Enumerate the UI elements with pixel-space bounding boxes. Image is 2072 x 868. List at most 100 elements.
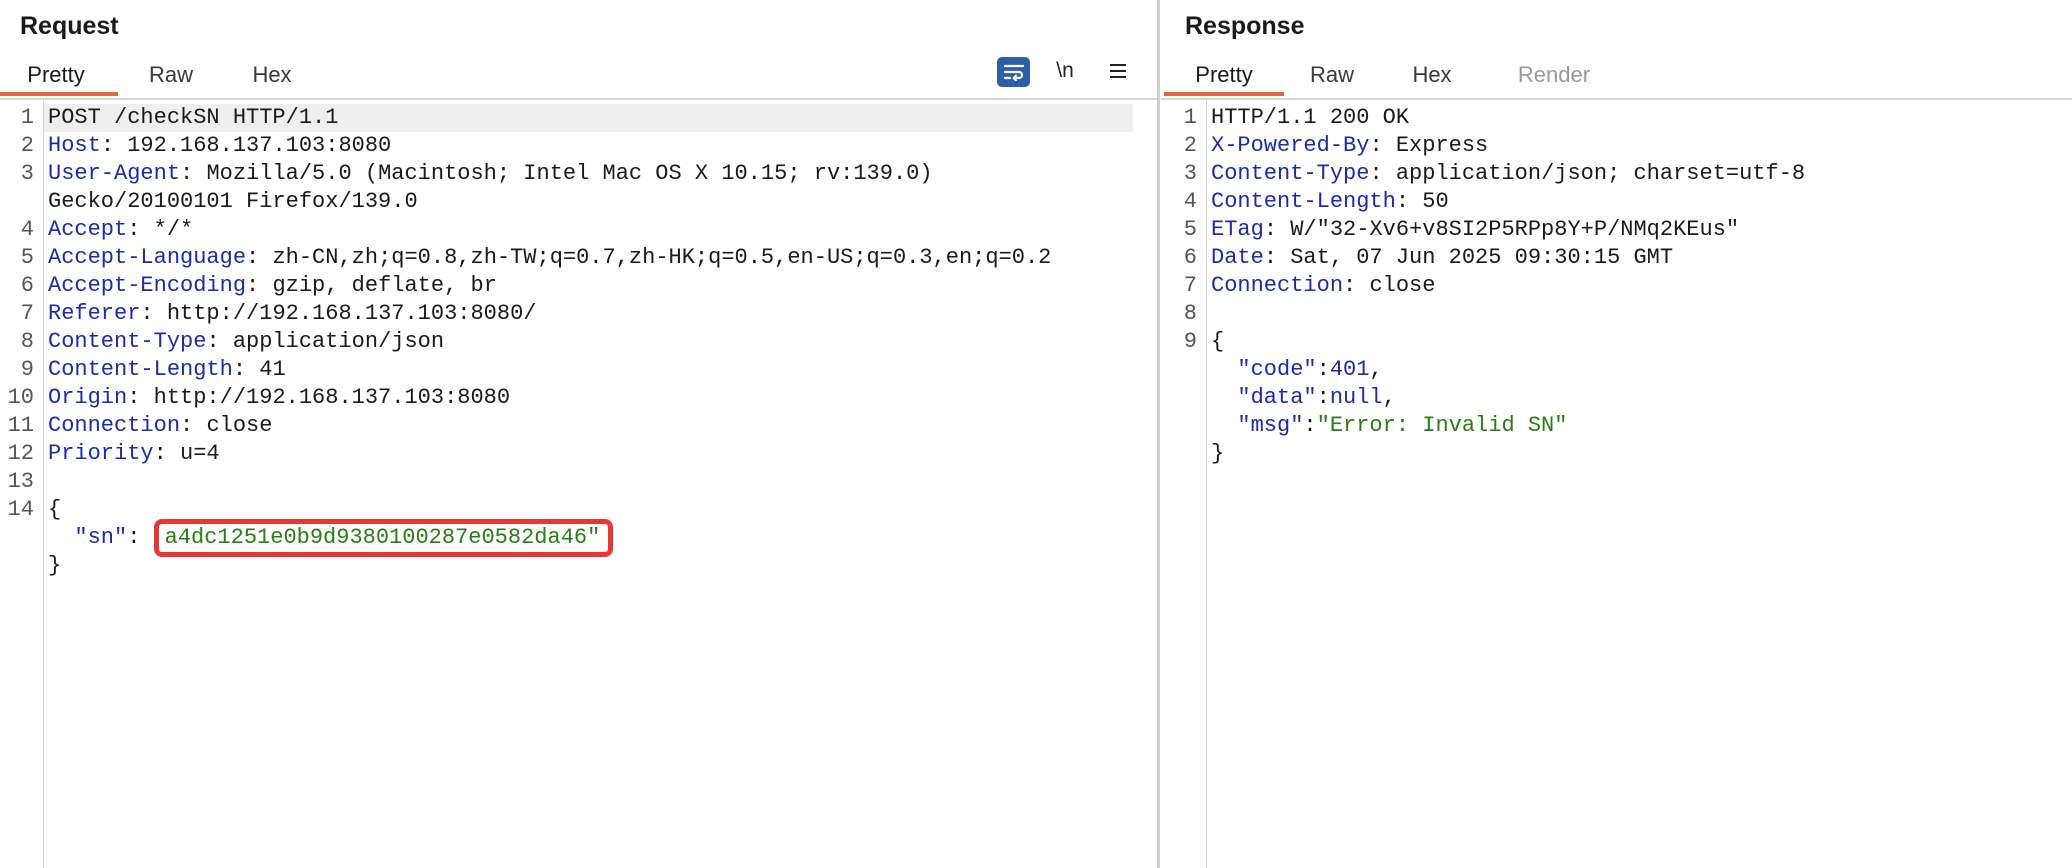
header-name: Host (48, 133, 101, 158)
response-panel: Response Pretty Raw Hex Render 1 2 3 4 5… (1161, 0, 2072, 868)
json-number-value: 401 (1329, 357, 1370, 382)
line-number: 13 (7, 469, 34, 494)
gutter-divider (43, 100, 44, 868)
line-number: 12 (7, 441, 34, 466)
line-number: 7 (20, 301, 34, 326)
hamburger-menu-icon[interactable] (1107, 56, 1129, 86)
header-value: zh-CN,zh;q=0.8,zh-TW;q=0.7,zh-HK;q=0.5,e… (272, 245, 1052, 270)
request-panel: Request Pretty Raw Hex \n 1 2 3 4 5 6 7 … (0, 0, 1157, 868)
header-line: Host: 192.168.137.103:8080 (48, 133, 392, 158)
response-editor[interactable]: 1 2 3 4 5 6 7 8 9 HTTP/1.1 200 OK X-Powe… (1161, 100, 2072, 868)
line-number: 4 (20, 217, 34, 242)
header-name: Content-Type (48, 329, 207, 354)
header-line: Accept: */* (48, 217, 194, 242)
line-number: 9 (20, 357, 34, 382)
line-number: 4 (1183, 189, 1197, 214)
header-line: Content-Length: 41 (48, 357, 286, 382)
request-editor[interactable]: 1 2 3 4 5 6 7 8 9 10 11 12 13 14 POST /c… (0, 100, 1157, 868)
line-number: 5 (1183, 217, 1197, 242)
tab-pretty[interactable]: Pretty (1192, 62, 1256, 96)
json-key: "data" (1237, 385, 1317, 410)
header-value: gzip, deflate, br (272, 273, 497, 298)
header-line: Content-Length: 50 (1211, 189, 1449, 214)
request-line: POST /checkSN HTTP/1.1 (48, 105, 339, 130)
header-line: Content-Type: application/json; charset=… (1211, 161, 1806, 186)
header-name: Referer (48, 301, 141, 326)
line-number: 2 (1183, 133, 1197, 158)
header-line: Priority: u=4 (48, 441, 220, 466)
line-number: 9 (1183, 329, 1197, 354)
header-value: u=4 (180, 441, 220, 466)
tab-hex[interactable]: Hex (1410, 62, 1454, 96)
active-tab-indicator (0, 92, 118, 96)
header-name: Content-Length (48, 357, 233, 382)
header-line: Accept-Language: zh-CN,zh;q=0.8,zh-TW;q=… (48, 245, 1052, 270)
json-open-brace: { (48, 497, 62, 522)
line-number: 1 (20, 105, 34, 130)
header-name: ETag (1211, 217, 1264, 242)
tab-pretty[interactable]: Pretty (22, 62, 90, 96)
json-close-brace: } (48, 553, 62, 578)
header-line: Origin: http://192.168.137.103:8080 (48, 385, 511, 410)
line-number: 8 (1183, 301, 1197, 326)
header-value: W/"32-Xv6+v8SI2P5RPp8Y+P/NMq2KEus" (1290, 217, 1740, 242)
header-name: User-Agent (48, 161, 181, 186)
header-value: 41 (259, 357, 286, 382)
json-open-brace: { (1211, 329, 1225, 354)
json-key: "code" (1237, 357, 1317, 382)
header-value: 50 (1422, 189, 1449, 214)
line-number: 6 (1183, 245, 1197, 270)
line-number: 11 (7, 413, 34, 438)
header-value: close (206, 413, 273, 438)
header-value: close (1369, 273, 1436, 298)
json-close-brace: } (1211, 441, 1225, 466)
response-tab-bar: Pretty Raw Hex Render (1161, 56, 2072, 100)
line-number: 8 (20, 329, 34, 354)
request-tab-bar: Pretty Raw Hex \n (0, 56, 1157, 100)
tab-raw[interactable]: Raw (146, 62, 196, 96)
header-name: Accept-Language (48, 245, 247, 270)
pane-splitter[interactable] (1157, 0, 1160, 868)
header-name: Content-Length (1211, 189, 1396, 214)
json-key: "msg" (1237, 413, 1304, 438)
json-string-value: "Error: Invalid SN" (1316, 413, 1568, 438)
header-name: X-Powered-By (1211, 133, 1370, 158)
highlighted-sn-value: a4dc1251e0b9d9380100287e0582da46" (153, 519, 614, 557)
header-value: Express (1395, 133, 1489, 158)
word-wrap-button[interactable] (997, 57, 1030, 87)
line-number: 3 (20, 161, 34, 186)
header-name: Accept-Encoding (48, 273, 247, 298)
json-sn-line: "sn": a4dc1251e0b9d9380100287e0582da46" (48, 519, 614, 557)
json-field-line: "data":null, (1237, 385, 1396, 410)
word-wrap-icon (1003, 64, 1024, 81)
header-name: Origin (48, 385, 128, 410)
header-name: Date (1211, 245, 1264, 270)
line-number: 7 (1183, 273, 1197, 298)
response-title: Response (1185, 12, 1305, 40)
header-value: http://192.168.137.103:8080/ (166, 301, 537, 326)
header-name: Accept (48, 217, 128, 242)
json-null-value: null (1329, 385, 1383, 410)
json-field-line: "msg":"Error: Invalid SN" (1237, 413, 1568, 438)
header-line: Accept-Encoding: gzip, deflate, br (48, 273, 497, 298)
gutter-divider (1206, 100, 1207, 868)
line-number: 10 (7, 385, 34, 410)
header-name: Connection (1211, 273, 1344, 298)
header-value: Mozilla/5.0 (Macintosh; Intel Mac OS X 1… (206, 161, 933, 186)
header-line: X-Powered-By: Express (1211, 133, 1489, 158)
status-line: HTTP/1.1 200 OK (1211, 105, 1410, 130)
show-newlines-button[interactable]: \n (1052, 56, 1078, 86)
json-field-line: "code":401, (1237, 357, 1383, 382)
tab-raw[interactable]: Raw (1307, 62, 1357, 96)
header-line: ETag: W/"32-Xv6+v8SI2P5RPp8Y+P/NMq2KEus" (1211, 217, 1740, 242)
tab-render[interactable]: Render (1514, 62, 1594, 96)
tab-hex[interactable]: Hex (250, 62, 294, 96)
header-line: Date: Sat, 07 Jun 2025 09:30:15 GMT (1211, 245, 1674, 270)
line-number: 5 (20, 245, 34, 270)
header-line: Connection: close (1211, 273, 1436, 298)
active-tab-indicator (1164, 92, 1284, 96)
header-name: Priority (48, 441, 154, 466)
header-name: Connection (48, 413, 181, 438)
header-line: User-Agent: Mozilla/5.0 (Macintosh; Inte… (48, 161, 933, 186)
request-title: Request (20, 12, 119, 40)
